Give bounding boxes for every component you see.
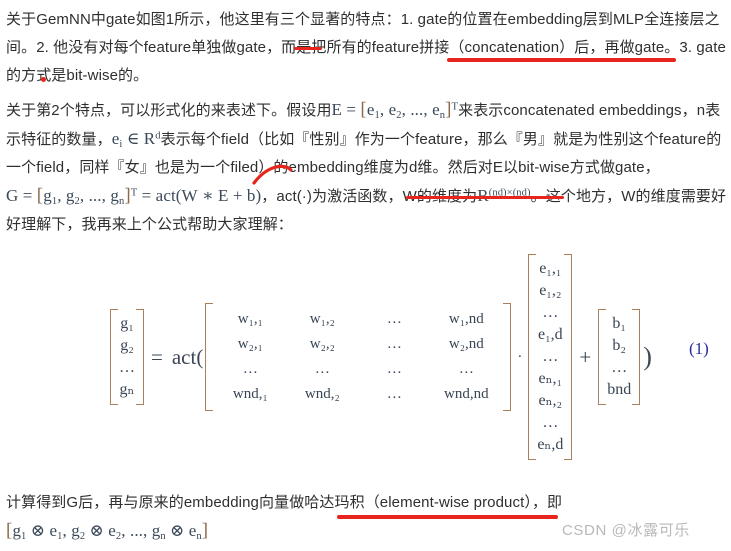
w-matrix-cell: … [386,361,402,377]
e-vector-cell: e₁,₂ [539,282,562,299]
paragraph-2-text-4: ，act(·)为激活函数，W的维度为 [261,188,478,205]
e-vector-cell: e₁,d [538,326,563,343]
act-open-paren: act( [171,344,204,369]
g-vector-cell: gₙ [119,381,135,398]
paragraph-1-text: 关于GemNN中gate如图1所示，他这里有三个显著的特点：1. gate的位置… [6,11,726,84]
w-matrix-cell: … [458,361,474,377]
plus-operator: + [579,344,592,369]
w-matrix-cell: w₂,nd [448,336,484,352]
w-matrix-cell: w₁,₂ [309,311,335,327]
w-matrix-cell: wnd,₂ [304,386,340,402]
equation-number: (1) [689,339,709,358]
g-vector-cell: g₂ [120,337,134,354]
w-matrix-cell: w₁,₁ [237,311,263,327]
e-vector-cell: eₙ,₂ [538,392,563,409]
w-matrix-cell: … [386,311,402,327]
e-vector-cell: e₁,₁ [539,260,562,277]
b-vector-cell: b₁ [612,315,626,332]
dot-operator: · [517,348,523,365]
e-vector-cell: eₙ,₁ [538,370,563,387]
paragraph-3-text: 计算得到G后，再与原来的embedding向量做哈达玛积（element-wis… [6,494,563,511]
b-vector: b₁ b₂ … bnd [598,309,641,405]
g-vector-cell: g₁ [120,315,134,332]
e-vector-cell: eₙ,d [537,436,564,453]
inline-math-gate-formula: G = [g1, g2, ..., gn]T = act(W ∗ E + b) [6,185,262,207]
w-matrix-cell: w₁,nd [448,311,484,327]
paragraph-1: 关于GemNN中gate如图1所示，他这里有三个显著的特点：1. gate的位置… [6,6,728,90]
w-matrix-cell: … [386,336,402,352]
paragraph-2-text-1: 关于第2个特点，可以形式化的来表述下。假设用 [6,102,332,119]
e-vector-cell: … [542,348,559,365]
w-matrix: w₁,₁ w₁,₂ … w₁,nd w₂,₁ w₂,₂ … w₂,nd … … … [205,303,512,411]
e-vector-cell: … [542,304,559,321]
inline-math-w-dimension: R(nd)×(nd) [477,186,531,205]
inline-math-field-dimension: ei ∈ Rd [111,129,161,150]
w-matrix-cell: … [386,386,402,402]
equals-operator: = [151,344,163,369]
w-matrix-cell: w₂,₁ [237,336,263,352]
inline-math-hadamard-product: [g1 ⊗ e1, g2 ⊗ e2, ..., gn ⊗ en] [6,520,209,542]
act-close-paren: ) [643,342,652,371]
paragraph-2: 关于第2个特点，可以形式化的来表述下。假设用E = [e1, e2, ..., … [6,96,728,239]
b-vector-cell: b₂ [612,337,626,354]
g-vector-cell: … [119,359,135,376]
w-matrix-row: … … … … [214,357,502,382]
w-matrix-row: wnd,₁ wnd,₂ … wnd,nd [214,382,502,407]
w-matrix-row: w₂,₁ w₂,₂ … w₂,nd [214,332,502,357]
b-vector-cell: bnd [607,381,632,398]
b-vector-cell: … [611,359,628,376]
csdn-watermark: CSDN @冰露可乐 [562,522,690,539]
w-matrix-cell: wnd,₁ [232,386,268,402]
w-matrix-cell: wnd,nd [444,386,489,402]
w-matrix-cell: … [242,361,258,377]
red-dot-marker [41,77,46,82]
e-vector-cell: … [542,414,559,431]
g-vector: g₁ g₂ … gₙ [110,309,144,405]
inline-math-concatenated-embeddings: E = [e1, e2, ..., en]T [331,99,459,121]
w-matrix-row: w₁,₁ w₁,₂ … w₁,nd [214,307,502,332]
w-matrix-cell: w₂,₂ [309,336,335,352]
display-equation-1: g₁ g₂ … gₙ = act( w₁,₁ w₁,₂ … w₁,nd w₂,₁… [110,236,730,478]
e-vector: e₁,₁ e₁,₂ … e₁,d … eₙ,₁ eₙ,₂ … eₙ,d [528,254,573,460]
w-matrix-cell: … [314,361,330,377]
